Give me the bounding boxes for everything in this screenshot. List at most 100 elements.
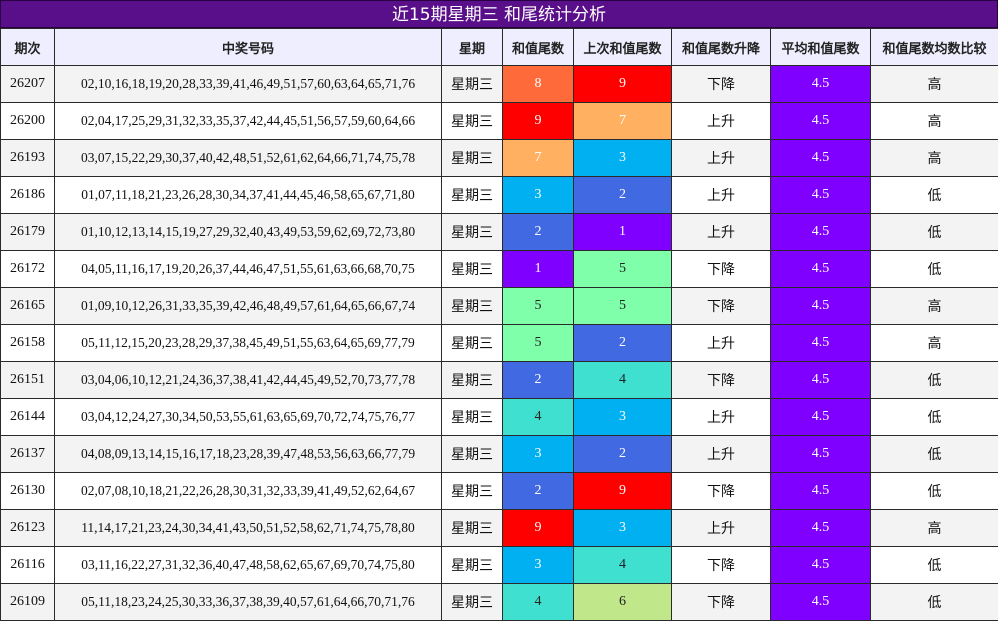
prev-tail-cell: 6 — [574, 584, 672, 621]
numbers-cell: 02,07,08,10,18,21,22,26,28,30,31,32,33,3… — [55, 473, 442, 510]
compare-cell: 高 — [871, 140, 998, 177]
tail-cell: 8 — [503, 66, 574, 103]
table-title: 近15期星期三 和尾统计分析 — [0, 0, 998, 28]
table-row: 2616501,09,10,12,26,31,33,35,39,42,46,48… — [1, 288, 998, 325]
weekday-cell: 星期三 — [442, 251, 503, 288]
numbers-cell: 04,05,11,16,17,19,20,26,37,44,46,47,51,5… — [55, 251, 442, 288]
prev-tail-cell: 4 — [574, 547, 672, 584]
compare-cell: 低 — [871, 177, 998, 214]
table-row: 2615103,04,06,10,12,21,24,36,37,38,41,42… — [1, 362, 998, 399]
table-row: 2612311,14,17,21,23,24,30,34,41,43,50,51… — [1, 510, 998, 547]
weekday-cell: 星期三 — [442, 214, 503, 251]
avg-cell: 4.5 — [771, 214, 871, 251]
prev-tail-cell: 3 — [574, 399, 672, 436]
trend-cell: 上升 — [672, 510, 771, 547]
weekday-cell: 星期三 — [442, 103, 503, 140]
tail-cell: 4 — [503, 584, 574, 621]
prev-tail-cell: 5 — [574, 251, 672, 288]
header-numbers: 中奖号码 — [55, 29, 442, 66]
weekday-cell: 星期三 — [442, 325, 503, 362]
header-tail: 和值尾数 — [503, 29, 574, 66]
table-row: 2613002,07,08,10,18,21,22,26,28,30,31,32… — [1, 473, 998, 510]
compare-cell: 低 — [871, 473, 998, 510]
period-cell: 26207 — [1, 66, 55, 103]
period-cell: 26193 — [1, 140, 55, 177]
period-cell: 26116 — [1, 547, 55, 584]
numbers-cell: 11,14,17,21,23,24,30,34,41,43,50,51,52,5… — [55, 510, 442, 547]
avg-cell: 4.5 — [771, 177, 871, 214]
header-row: 期次 中奖号码 星期 和值尾数 上次和值尾数 和值尾数升降 平均和值尾数 和值尾… — [1, 29, 998, 66]
avg-cell: 4.5 — [771, 399, 871, 436]
prev-tail-cell: 3 — [574, 140, 672, 177]
numbers-cell: 01,10,12,13,14,15,19,27,29,32,40,43,49,5… — [55, 214, 442, 251]
avg-cell: 4.5 — [771, 362, 871, 399]
stats-table: 期次 中奖号码 星期 和值尾数 上次和值尾数 和值尾数升降 平均和值尾数 和值尾… — [0, 28, 998, 621]
avg-cell: 4.5 — [771, 66, 871, 103]
tail-cell: 3 — [503, 547, 574, 584]
table-row: 2617901,10,12,13,14,15,19,27,29,32,40,43… — [1, 214, 998, 251]
numbers-cell: 05,11,18,23,24,25,30,33,36,37,38,39,40,5… — [55, 584, 442, 621]
prev-tail-cell: 9 — [574, 473, 672, 510]
weekday-cell: 星期三 — [442, 362, 503, 399]
period-cell: 26179 — [1, 214, 55, 251]
weekday-cell: 星期三 — [442, 510, 503, 547]
header-weekday: 星期 — [442, 29, 503, 66]
prev-tail-cell: 3 — [574, 510, 672, 547]
prev-tail-cell: 2 — [574, 177, 672, 214]
numbers-cell: 01,09,10,12,26,31,33,35,39,42,46,48,49,5… — [55, 288, 442, 325]
trend-cell: 下降 — [672, 362, 771, 399]
weekday-cell: 星期三 — [442, 584, 503, 621]
period-cell: 26123 — [1, 510, 55, 547]
trend-cell: 上升 — [672, 325, 771, 362]
trend-cell: 上升 — [672, 399, 771, 436]
stats-panel: 近15期星期三 和尾统计分析 期次 中奖号码 星期 和值尾数 上次和值尾数 和值… — [0, 0, 998, 619]
prev-tail-cell: 9 — [574, 66, 672, 103]
period-cell: 26200 — [1, 103, 55, 140]
prev-tail-cell: 5 — [574, 288, 672, 325]
table-body: 2620702,10,16,18,19,20,28,33,39,41,46,49… — [1, 66, 998, 621]
table-row: 2611603,11,16,22,27,31,32,36,40,47,48,58… — [1, 547, 998, 584]
tail-cell: 3 — [503, 177, 574, 214]
compare-cell: 低 — [871, 399, 998, 436]
period-cell: 26144 — [1, 399, 55, 436]
compare-cell: 高 — [871, 510, 998, 547]
period-cell: 26158 — [1, 325, 55, 362]
prev-tail-cell: 1 — [574, 214, 672, 251]
numbers-cell: 04,08,09,13,14,15,16,17,18,23,28,39,47,4… — [55, 436, 442, 473]
prev-tail-cell: 2 — [574, 325, 672, 362]
avg-cell: 4.5 — [771, 103, 871, 140]
period-cell: 26109 — [1, 584, 55, 621]
tail-cell: 5 — [503, 288, 574, 325]
header-prev-tail: 上次和值尾数 — [574, 29, 672, 66]
weekday-cell: 星期三 — [442, 473, 503, 510]
avg-cell: 4.5 — [771, 436, 871, 473]
table-row: 2620002,04,17,25,29,31,32,33,35,37,42,44… — [1, 103, 998, 140]
numbers-cell: 03,11,16,22,27,31,32,36,40,47,48,58,62,6… — [55, 547, 442, 584]
numbers-cell: 02,10,16,18,19,20,28,33,39,41,46,49,51,5… — [55, 66, 442, 103]
avg-cell: 4.5 — [771, 584, 871, 621]
tail-cell: 9 — [503, 103, 574, 140]
header-trend: 和值尾数升降 — [672, 29, 771, 66]
trend-cell: 上升 — [672, 103, 771, 140]
compare-cell: 低 — [871, 214, 998, 251]
trend-cell: 下降 — [672, 473, 771, 510]
table-row: 2619303,07,15,22,29,30,37,40,42,48,51,52… — [1, 140, 998, 177]
table-row: 2617204,05,11,16,17,19,20,26,37,44,46,47… — [1, 251, 998, 288]
trend-cell: 上升 — [672, 436, 771, 473]
weekday-cell: 星期三 — [442, 140, 503, 177]
trend-cell: 下降 — [672, 66, 771, 103]
period-cell: 26130 — [1, 473, 55, 510]
compare-cell: 高 — [871, 103, 998, 140]
table-row: 2615805,11,12,15,20,23,28,29,37,38,45,49… — [1, 325, 998, 362]
tail-cell: 2 — [503, 362, 574, 399]
avg-cell: 4.5 — [771, 510, 871, 547]
numbers-cell: 03,07,15,22,29,30,37,40,42,48,51,52,61,6… — [55, 140, 442, 177]
compare-cell: 高 — [871, 325, 998, 362]
avg-cell: 4.5 — [771, 140, 871, 177]
prev-tail-cell: 2 — [574, 436, 672, 473]
tail-cell: 1 — [503, 251, 574, 288]
compare-cell: 低 — [871, 547, 998, 584]
prev-tail-cell: 7 — [574, 103, 672, 140]
compare-cell: 低 — [871, 436, 998, 473]
numbers-cell: 03,04,12,24,27,30,34,50,53,55,61,63,65,6… — [55, 399, 442, 436]
